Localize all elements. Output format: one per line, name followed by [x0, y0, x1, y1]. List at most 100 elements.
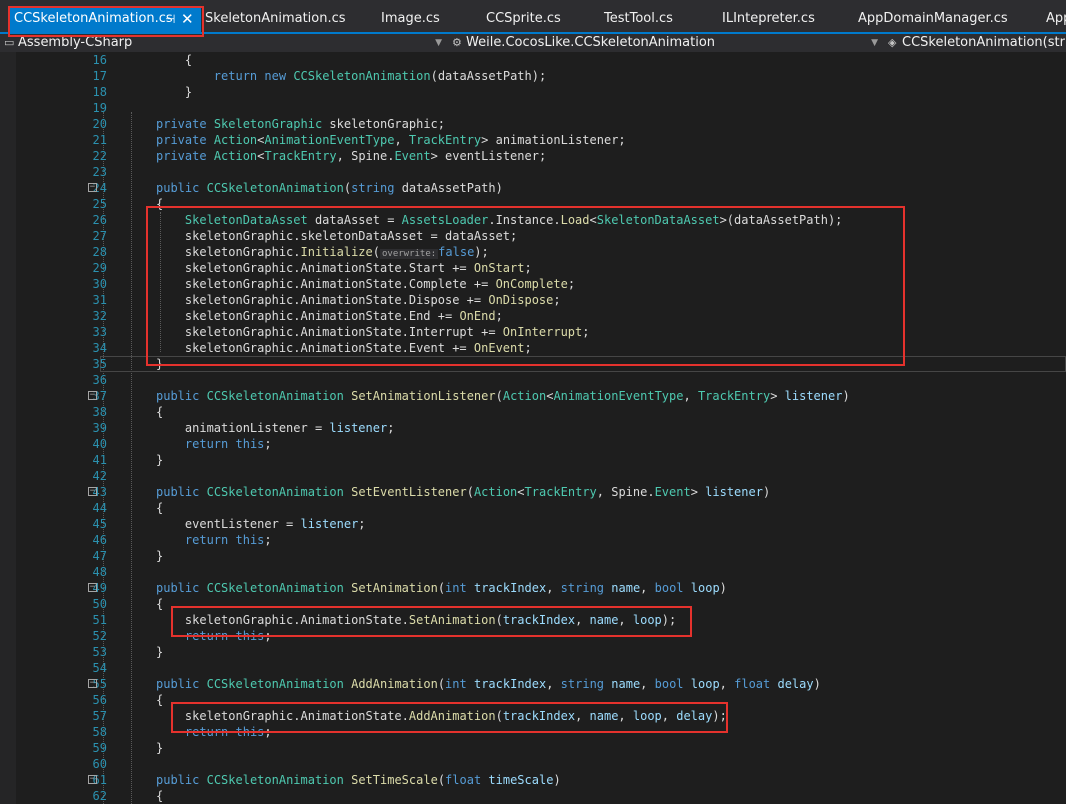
code-line[interactable]: 62 {	[0, 788, 1066, 804]
code-line[interactable]: 45 eventListener = listener;	[0, 516, 1066, 532]
code-line[interactable]: 42	[0, 468, 1066, 484]
code-line[interactable]: 33 skeletonGraphic.AnimationState.Interr…	[0, 324, 1066, 340]
code-editor[interactable]: 16 {17 return new CCSkeletonAnimation(da…	[0, 52, 1066, 804]
code-token: return	[184, 533, 229, 547]
tab-testtool[interactable]: TestTool.cs	[604, 6, 673, 32]
code-token: SkeletonGraphic	[213, 117, 323, 131]
collapse-icon[interactable]: −	[88, 583, 97, 592]
method-icon: ◈	[888, 36, 897, 49]
code-line[interactable]: 35}	[0, 356, 1066, 372]
code-token: public	[156, 677, 200, 691]
tab-ccskeletonanimation[interactable]: CCSkeletonAnimation.cs ⊣ ✕	[8, 6, 201, 32]
code-line[interactable]: 32 skeletonGraphic.AnimationState.End +=…	[0, 308, 1066, 324]
code-line[interactable]: 25 {	[0, 196, 1066, 212]
code-line[interactable]: 31 skeletonGraphic.AnimationState.Dispos…	[0, 292, 1066, 308]
code-line[interactable]: 27 skeletonGraphic.skeletonDataAsset = d…	[0, 228, 1066, 244]
code-text: private Action<AnimationEventType, Track…	[156, 132, 626, 148]
code-line[interactable]: 36	[0, 372, 1066, 388]
code-line[interactable]: 43− public CCSkeletonAnimation SetEventLi…	[0, 484, 1066, 500]
code-token: delay	[777, 677, 814, 691]
code-line[interactable]: 16 {	[0, 52, 1066, 68]
code-token: public	[156, 181, 200, 195]
tab-appdomainmanager[interactable]: AppDomainManager.cs	[858, 6, 1008, 32]
code-line[interactable]: 59}	[0, 740, 1066, 756]
code-token: {	[156, 405, 164, 419]
code-line[interactable]: 38 {	[0, 404, 1066, 420]
code-token: CCSkeletonAnimation	[293, 69, 431, 83]
code-line[interactable]: 30 skeletonGraphic.AnimationState.Comple…	[0, 276, 1066, 292]
code-line[interactable]: 22 private Action<TrackEntry, Spine.Event…	[0, 148, 1066, 164]
code-line[interactable]: 26 SkeletonDataAsset dataAsset = AssetsL…	[0, 212, 1066, 228]
code-token: ,	[640, 581, 655, 595]
code-token: trackIndex	[502, 613, 576, 627]
tab-image[interactable]: Image.cs	[381, 6, 440, 32]
collapse-icon[interactable]: −	[88, 775, 97, 784]
code-line[interactable]: 61− public CCSkeletonAnimation SetTimeSca…	[0, 772, 1066, 788]
collapse-icon[interactable]: −	[88, 679, 97, 688]
line-number: 21	[92, 133, 107, 147]
code-line[interactable]: 24− public CCSkeletonAnimation(string dat…	[0, 180, 1066, 196]
code-line[interactable]: 21 private Action<AnimationEventType, Tra…	[0, 132, 1066, 148]
member-dropdown[interactable]: ◈ CCSkeletonAnimation(string	[884, 34, 1066, 52]
pin-icon[interactable]: ⊣	[165, 6, 175, 32]
code-line[interactable]: 44 {	[0, 500, 1066, 516]
code-line[interactable]: 53}	[0, 644, 1066, 660]
code-token: dataAssetPath)	[394, 181, 503, 195]
line-number: 30	[92, 277, 107, 291]
code-line[interactable]: 46 return this;	[0, 532, 1066, 548]
code-line[interactable]: 50 {	[0, 596, 1066, 612]
code-line[interactable]: 60	[0, 756, 1066, 772]
code-line[interactable]: 49− public CCSkeletonAnimation SetAnimati…	[0, 580, 1066, 596]
code-line[interactable]: 58 return this;	[0, 724, 1066, 740]
type-dropdown[interactable]: ⚙ Weile.CocosLike.CCSkeletonAnimation ▼	[448, 34, 882, 52]
code-line[interactable]: 57 skeletonGraphic.AnimationState.AddAni…	[0, 708, 1066, 724]
code-line[interactable]: 17 return new CCSkeletonAnimation(dataAs…	[0, 68, 1066, 84]
code-line[interactable]: 54	[0, 660, 1066, 676]
code-token: ;	[524, 261, 532, 275]
code-line[interactable]: 51 skeletonGraphic.AnimationState.SetAni…	[0, 612, 1066, 628]
code-line[interactable]: 41}	[0, 452, 1066, 468]
tab-app-overflow[interactable]: App	[1046, 6, 1066, 32]
code-text: public CCSkeletonAnimation SetAnimation(…	[156, 580, 727, 596]
code-token: TrackEntry	[408, 133, 482, 147]
line-number: 56	[92, 693, 107, 707]
code-token: );	[474, 245, 489, 259]
collapse-icon[interactable]: −	[88, 487, 97, 496]
code-token: return	[184, 437, 229, 451]
code-token: {	[156, 693, 164, 707]
code-line[interactable]: 23	[0, 164, 1066, 180]
tab-skeletonanimation[interactable]: SkeletonAnimation.cs	[205, 6, 346, 32]
code-token: ,	[546, 581, 561, 595]
code-token: SetAnimation	[351, 581, 438, 595]
code-line[interactable]: 34 skeletonGraphic.AnimationState.Event …	[0, 340, 1066, 356]
line-number: 37	[92, 389, 107, 403]
code-line[interactable]: 48	[0, 564, 1066, 580]
code-line[interactable]: 39 animationListener = listener;	[0, 420, 1066, 436]
collapse-icon[interactable]: −	[88, 391, 97, 400]
code-line[interactable]: 56 {	[0, 692, 1066, 708]
line-number: 33	[92, 325, 107, 339]
code-line[interactable]: 55− public CCSkeletonAnimation AddAnimati…	[0, 676, 1066, 692]
collapse-icon[interactable]: −	[88, 183, 97, 192]
chevron-down-icon: ▼	[871, 38, 878, 48]
code-line[interactable]: 20 private SkeletonGraphic skeletonGraphi…	[0, 116, 1066, 132]
tab-ilintepreter[interactable]: ILIntepreter.cs	[722, 6, 815, 32]
line-number: 18	[92, 85, 107, 99]
code-line[interactable]: 37− public CCSkeletonAnimation SetAnimati…	[0, 388, 1066, 404]
code-line[interactable]: 29 skeletonGraphic.AnimationState.Start …	[0, 260, 1066, 276]
code-line[interactable]: 47}	[0, 548, 1066, 564]
project-dropdown[interactable]: ▭ Assembly-CSharp ▼	[0, 34, 446, 52]
code-line[interactable]: 28 skeletonGraphic.Initialize(overwrite:…	[0, 244, 1066, 260]
code-line[interactable]: 18 }	[0, 84, 1066, 100]
code-line[interactable]: 40 return this;	[0, 436, 1066, 452]
tab-ccsprite[interactable]: CCSprite.cs	[486, 6, 561, 32]
code-token: ;	[524, 341, 532, 355]
code-line[interactable]: 19	[0, 100, 1066, 116]
close-icon[interactable]: ✕	[181, 6, 194, 32]
code-token: loop	[690, 581, 720, 595]
code-line[interactable]: 52 return this;	[0, 628, 1066, 644]
code-text: }	[156, 84, 192, 100]
